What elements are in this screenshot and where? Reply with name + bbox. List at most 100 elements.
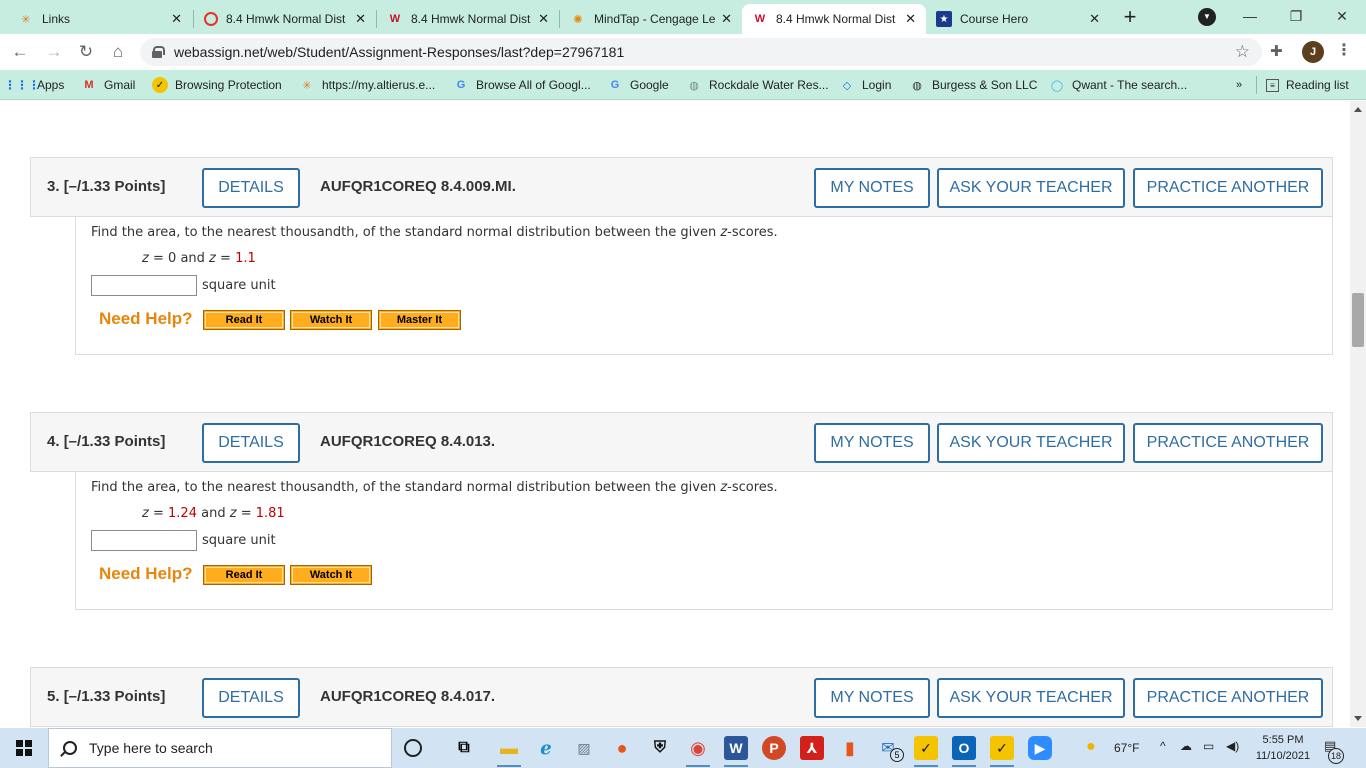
minimize-icon[interactable]: — <box>1230 4 1270 28</box>
restore-icon[interactable]: ❐ <box>1276 4 1316 28</box>
cengage-ring-icon <box>204 12 218 26</box>
tab-title: 8.4 Hmwk Normal Dist <box>411 12 531 26</box>
battery-icon[interactable]: ▭ <box>1203 739 1214 753</box>
shield-icon[interactable]: ⛨ <box>648 736 672 760</box>
back-icon[interactable]: ← <box>8 40 32 64</box>
tab-hmwk-2[interactable]: W 8.4 Hmwk Normal Dist ✕ <box>377 4 559 34</box>
tab-links[interactable]: ✳ Links ✕ <box>8 4 192 34</box>
tab-title: 8.4 Hmwk Normal Dist <box>226 12 346 26</box>
extensions-puzzle-icon[interactable]: ✚ <box>1270 42 1283 60</box>
answer-input[interactable] <box>91 275 197 296</box>
close-icon[interactable]: ✕ <box>1089 11 1100 27</box>
norton-icon[interactable]: ✓ <box>914 736 938 760</box>
new-tab-button[interactable]: + <box>1118 6 1142 30</box>
scroll-down-icon[interactable] <box>1354 716 1362 721</box>
practice-another-button[interactable]: PRACTICE ANOTHER <box>1133 168 1323 208</box>
ask-teacher-button[interactable]: ASK YOUR TEACHER <box>937 423 1125 463</box>
close-icon[interactable]: ✕ <box>905 11 916 27</box>
bookmark-login[interactable]: ◇ Login <box>839 76 892 94</box>
bookmark-apps[interactable]: ⋮⋮⋮ Apps <box>4 76 64 94</box>
read-it-button[interactable]: Read It <box>203 565 285 585</box>
outlook-icon[interactable]: O <box>952 736 976 760</box>
forward-icon[interactable]: → <box>42 40 66 64</box>
master-it-button[interactable]: Master It <box>378 310 461 330</box>
watch-it-button[interactable]: Watch It <box>290 565 372 585</box>
window-close-icon[interactable]: ✕ <box>1322 4 1362 28</box>
bookmark-google[interactable]: G Google <box>607 76 669 94</box>
taskbar-clock[interactable]: 5:55 PM 11/10/2021 <box>1250 732 1316 764</box>
tab-search-icon[interactable]: ▼ <box>1198 8 1216 26</box>
page-scrollbar[interactable] <box>1350 101 1366 727</box>
bookmark-browse-google[interactable]: G Browse All of Googl... <box>453 76 591 94</box>
taskbar-search-input[interactable]: Type here to search <box>48 728 392 768</box>
bookmark-rockdale[interactable]: ◍ Rockdale Water Res... <box>686 76 829 94</box>
tab-hmwk-active[interactable]: W 8.4 Hmwk Normal Dist ✕ <box>742 4 926 34</box>
acrobat-icon[interactable]: ⅄ <box>800 736 824 760</box>
scroll-thumb[interactable] <box>1352 293 1364 347</box>
bookmarks-overflow[interactable]: » <box>1236 76 1242 94</box>
home-icon[interactable]: ⌂ <box>106 40 130 64</box>
photos-icon[interactable]: ▨ <box>572 736 596 760</box>
bookmark-label: Rockdale Water Res... <box>709 78 829 92</box>
details-button[interactable]: DETAILS <box>202 423 300 463</box>
bookmark-gmail[interactable]: M Gmail <box>81 76 135 94</box>
tray-chevron-icon[interactable]: ^ <box>1160 739 1166 753</box>
weather-temp[interactable]: 67°F <box>1114 741 1139 755</box>
close-icon[interactable]: ✕ <box>538 11 549 27</box>
answer-input[interactable] <box>91 530 197 551</box>
gmail-icon: M <box>84 79 94 91</box>
my-notes-button[interactable]: MY NOTES <box>814 168 930 208</box>
bookmark-label: Gmail <box>104 78 136 92</box>
bookmark-star-icon[interactable]: ☆ <box>1235 42 1250 62</box>
edge-icon[interactable]: ℯ <box>534 736 558 760</box>
details-button[interactable]: DETAILS <box>202 678 300 718</box>
windows-start-icon[interactable] <box>16 740 32 756</box>
zoom-icon[interactable]: ▶ <box>1028 736 1052 760</box>
file-explorer-icon[interactable]: ▬ <box>497 736 521 760</box>
close-icon[interactable]: ✕ <box>171 11 182 27</box>
my-notes-button[interactable]: MY NOTES <box>814 423 930 463</box>
norton-icon[interactable]: ✓ <box>990 736 1014 760</box>
bookmark-browsing-protection[interactable]: ✓ Browsing Protection <box>152 76 282 94</box>
ask-teacher-button[interactable]: ASK YOUR TEACHER <box>937 168 1125 208</box>
onedrive-icon[interactable]: ☁ <box>1180 739 1192 753</box>
cortana-icon[interactable] <box>404 739 422 757</box>
word-icon[interactable]: W <box>724 736 748 760</box>
details-button[interactable]: DETAILS <box>202 168 300 208</box>
bookmark-qwant[interactable]: ◯ Qwant - The search... <box>1049 76 1187 94</box>
reload-icon[interactable]: ↻ <box>74 40 98 64</box>
my-notes-button[interactable]: MY NOTES <box>814 678 930 718</box>
office-icon[interactable]: ▮ <box>838 736 862 760</box>
chrome-icon[interactable]: ◉ <box>686 736 710 760</box>
address-bar[interactable]: webassign.net/web/Student/Assignment-Res… <box>140 38 1262 66</box>
powerpoint-icon[interactable]: P <box>762 736 786 760</box>
scroll-up-icon[interactable] <box>1354 107 1362 112</box>
need-help-label: Need Help? <box>99 309 193 328</box>
bookmark-altierus[interactable]: ✳ https://my.altierus.e... <box>299 76 435 94</box>
tab-course-hero[interactable]: ★ Course Hero ✕ <box>926 4 1110 34</box>
profile-avatar[interactable]: J <box>1302 41 1324 63</box>
watch-it-button[interactable]: Watch It <box>290 310 372 330</box>
lock-icon[interactable] <box>152 46 165 58</box>
weather-icon[interactable]: ● <box>1086 738 1096 756</box>
tab-hmwk-1[interactable]: 8.4 Hmwk Normal Dist ✕ <box>194 4 376 34</box>
reading-list[interactable]: ≡ Reading list <box>1266 76 1349 94</box>
z-score-equation: z = 0 and z = 1.1 <box>142 251 256 266</box>
read-it-button[interactable]: Read It <box>203 310 285 330</box>
task-view-icon[interactable]: ⧉ <box>452 736 476 760</box>
volume-icon[interactable]: ◀) <box>1226 739 1239 753</box>
practice-another-button[interactable]: PRACTICE ANOTHER <box>1133 678 1323 718</box>
ask-teacher-button[interactable]: ASK YOUR TEACHER <box>937 678 1125 718</box>
bookmark-burgess[interactable]: ◍ Burgess & Son LLC <box>909 76 1037 94</box>
firefox-icon[interactable]: ● <box>610 736 634 760</box>
bookmark-label: Login <box>862 78 892 92</box>
tab-title: 8.4 Hmwk Normal Dist <box>776 12 896 26</box>
close-icon[interactable]: ✕ <box>721 11 732 27</box>
practice-another-button[interactable]: PRACTICE ANOTHER <box>1133 423 1323 463</box>
close-icon[interactable]: ✕ <box>355 11 366 27</box>
tab-title: MindTap - Cengage Le <box>594 12 716 26</box>
question-number: 4. [–/1.33 Points] <box>47 433 166 450</box>
altierus-icon: ✳ <box>21 13 31 26</box>
tab-mindtap[interactable]: ✺ MindTap - Cengage Le ✕ <box>560 4 742 34</box>
menu-dots-icon[interactable]: ⋮ <box>1336 40 1352 60</box>
